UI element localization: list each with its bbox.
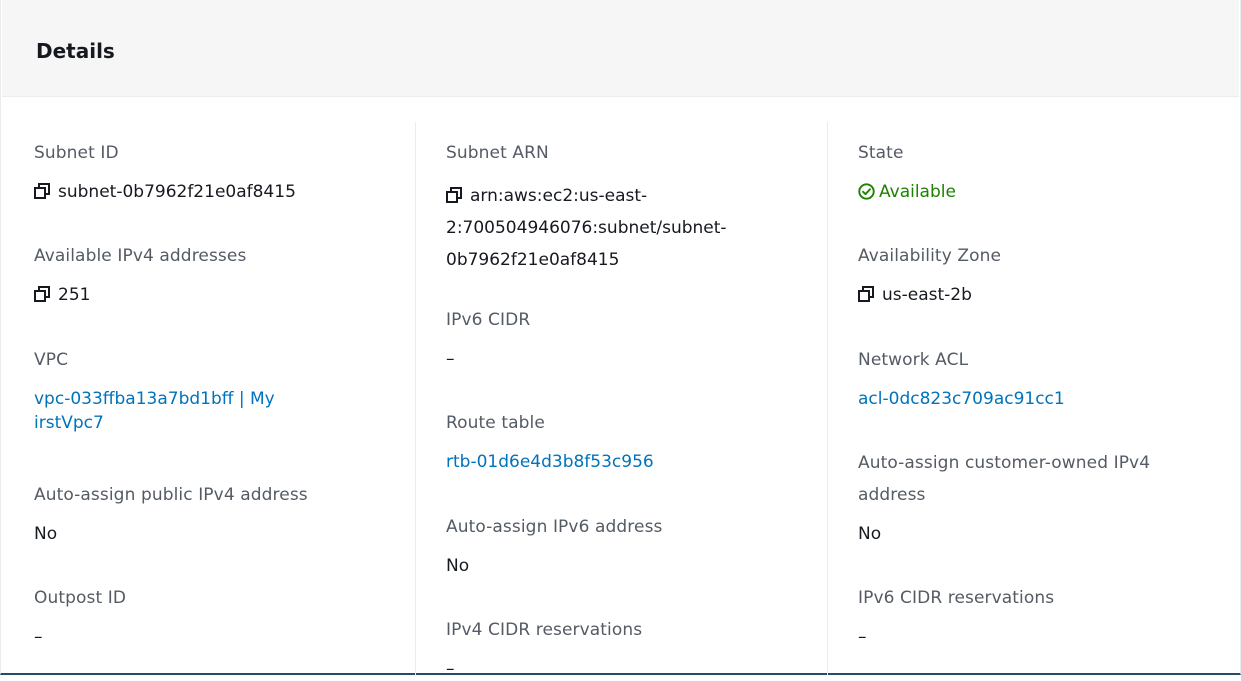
ipv4-cidr-reservations-value: – (446, 659, 455, 679)
field-auto-public-ipv4: Auto-assign public IPv4 address No (34, 483, 380, 546)
subnet-id-value: subnet-0b7962f21e0af8415 (34, 180, 380, 204)
auto-coip-value: No (858, 524, 882, 544)
field-route-table: Route table rtb-01d6e4d3b8f53c956 (446, 411, 796, 474)
ipv6-cidr-reservations-value: – (858, 627, 867, 647)
copy-icon[interactable] (34, 183, 50, 199)
auto-coip-label-line1: Auto-assign customer-owned IPv4 (858, 453, 1151, 473)
field-auto-coip: Auto-assign customer-owned IPv4 address … (858, 451, 1220, 546)
available-ipv4-label: Available IPv4 addresses (34, 246, 247, 266)
outpost-id-value: – (34, 627, 43, 647)
subnet-arn-label: Subnet ARN (446, 143, 549, 163)
state-label: State (858, 143, 904, 163)
field-ipv6-cidr: IPv6 CIDR – (446, 308, 796, 371)
subnet-arn-value: arn:aws:ec2:us-east- 2:700504946076:subn… (446, 180, 796, 276)
ipv4-cidr-reservations-label: IPv4 CIDR reservations (446, 620, 643, 640)
auto-coip-label-line2: address (858, 485, 926, 505)
availability-zone-value: us-east-2b (858, 283, 1220, 307)
details-column-2: Subnet ARN arn:aws:ec2:us-east- 2:700504… (446, 97, 796, 679)
column-divider (415, 122, 416, 675)
auto-ipv6-label: Auto-assign IPv6 address (446, 517, 663, 537)
subnet-arn-line2: 2:700504946076:subnet/subnet- (446, 218, 727, 238)
column-divider (827, 122, 828, 675)
outpost-id-label: Outpost ID (34, 588, 127, 608)
status-available-icon (858, 183, 875, 200)
subnet-id-text: subnet-0b7962f21e0af8415 (58, 182, 296, 202)
copy-icon[interactable] (858, 286, 874, 302)
details-title: Details (36, 39, 115, 63)
details-column-1: Subnet ID subnet-0b7962f21e0af8415 Avail… (34, 97, 380, 672)
field-ipv6-cidr-reservations: IPv6 CIDR reservations – (858, 586, 1220, 649)
copy-icon[interactable] (446, 187, 462, 203)
field-state: State Available (858, 141, 1220, 204)
vpc-link[interactable]: vpc-033ffba13a7bd1bff | My irstVpc7 (34, 387, 380, 435)
field-availability-zone: Availability Zone us-east-2b (858, 244, 1220, 307)
field-network-acl: Network ACL acl-0dc823c709ac91cc1 (858, 348, 1220, 411)
field-outpost-id: Outpost ID – (34, 586, 380, 649)
availability-zone-label: Availability Zone (858, 246, 1002, 266)
state-value: Available (858, 180, 1220, 204)
field-vpc: VPC vpc-033ffba13a7bd1bff | My irstVpc7 (34, 348, 380, 435)
availability-zone-text: us-east-2b (882, 285, 972, 305)
vpc-link-line1: vpc-033ffba13a7bd1bff | My (34, 389, 275, 409)
auto-public-ipv4-label: Auto-assign public IPv4 address (34, 485, 308, 505)
network-acl-label: Network ACL (858, 350, 969, 370)
available-ipv4-text: 251 (58, 285, 91, 305)
vpc-link-line2: irstVpc7 (34, 413, 104, 433)
ipv6-cidr-value: – (446, 349, 455, 369)
state-text: Available (879, 182, 956, 202)
auto-ipv6-value: No (446, 556, 470, 576)
subnet-arn-line3: 0b7962f21e0af8415 (446, 250, 620, 270)
auto-public-ipv4-value: No (34, 524, 58, 544)
field-subnet-id: Subnet ID subnet-0b7962f21e0af8415 (34, 141, 380, 204)
subnet-id-label: Subnet ID (34, 143, 119, 163)
route-table-label: Route table (446, 413, 545, 433)
network-acl-link[interactable]: acl-0dc823c709ac91cc1 (858, 387, 1220, 411)
details-header: Details (2, 0, 1239, 97)
subnet-arn-line1: arn:aws:ec2:us-east- (470, 186, 648, 206)
ipv6-cidr-reservations-label: IPv6 CIDR reservations (858, 588, 1055, 608)
field-auto-ipv6: Auto-assign IPv6 address No (446, 515, 796, 578)
available-ipv4-value: 251 (34, 283, 380, 307)
field-subnet-arn: Subnet ARN arn:aws:ec2:us-east- 2:700504… (446, 141, 796, 276)
auto-coip-label: Auto-assign customer-owned IPv4 address (858, 447, 1220, 511)
ipv6-cidr-label: IPv6 CIDR (446, 310, 531, 330)
field-available-ipv4: Available IPv4 addresses 251 (34, 244, 380, 307)
route-table-link[interactable]: rtb-01d6e4d3b8f53c956 (446, 450, 796, 474)
details-column-3: State Available Availability Zone us-eas… (858, 97, 1220, 672)
field-ipv4-cidr-reservations: IPv4 CIDR reservations – (446, 618, 796, 681)
copy-icon[interactable] (34, 286, 50, 302)
vpc-label: VPC (34, 350, 69, 370)
